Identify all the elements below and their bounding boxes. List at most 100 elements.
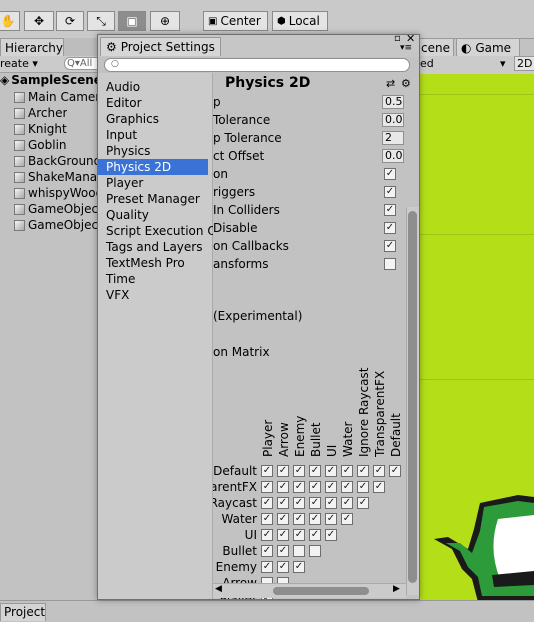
rect-tool-button[interactable]: ▣ (118, 11, 146, 31)
setting-checkbox[interactable]: ✓ (384, 186, 396, 198)
horizontal-scroll-thumb[interactable] (273, 587, 369, 595)
matrix-checkbox[interactable]: ✓ (293, 513, 305, 525)
matrix-checkbox[interactable]: ✓ (277, 513, 289, 525)
settings-gear-icon[interactable]: ⚙ (401, 77, 411, 90)
window-menu-icon[interactable]: ▾≡ (400, 43, 412, 53)
matrix-checkbox[interactable]: ✓ (325, 513, 337, 525)
matrix-checkbox[interactable]: ✓ (293, 465, 305, 477)
matrix-checkbox[interactable]: ✓ (309, 497, 321, 509)
matrix-checkbox[interactable]: ✓ (293, 529, 305, 541)
settings-category-item[interactable]: Tags and Layers (106, 239, 202, 255)
project-settings-tab[interactable]: ⚙ Project Settings (100, 37, 221, 56)
matrix-checkbox[interactable]: ✓ (357, 465, 369, 477)
matrix-checkbox[interactable]: ✓ (325, 481, 337, 493)
scroll-left-icon[interactable]: ◀ (215, 584, 222, 594)
setting-checkbox[interactable]: ✓ (384, 240, 396, 252)
2d-mode-button[interactable]: 2D (514, 56, 534, 71)
vertical-scroll-thumb[interactable] (408, 211, 417, 583)
settings-category-item[interactable]: Player (106, 175, 143, 191)
matrix-checkbox[interactable]: ✓ (293, 497, 305, 509)
setting-checkbox[interactable]: ✓ (384, 204, 396, 216)
hierarchy-item[interactable]: whispyWood (14, 185, 98, 201)
settings-category-item[interactable]: Audio (106, 79, 140, 95)
setting-value-field[interactable]: 2 (382, 131, 404, 145)
tab-hierarchy[interactable]: Hierarchy (0, 38, 64, 56)
hierarchy-item[interactable]: GameObject (14, 201, 98, 217)
settings-category-item[interactable]: TextMesh Pro (106, 255, 185, 271)
matrix-checkbox[interactable]: ✓ (261, 561, 273, 573)
matrix-checkbox[interactable]: ✓ (341, 513, 353, 525)
matrix-checkbox[interactable]: ✓ (357, 497, 369, 509)
matrix-checkbox[interactable]: ✓ (357, 481, 369, 493)
settings-category-item[interactable]: Input (106, 127, 137, 143)
matrix-checkbox[interactable]: ✓ (277, 529, 289, 541)
matrix-checkbox[interactable]: ✓ (261, 465, 273, 477)
scene-root-item[interactable]: ◈ SampleScene (0, 72, 100, 88)
settings-category-item[interactable]: Physics 2D (98, 159, 208, 175)
preset-icon[interactable]: ⇄ (386, 77, 395, 90)
matrix-checkbox[interactable]: ✓ (309, 481, 321, 493)
matrix-checkbox[interactable]: ✓ (373, 481, 385, 493)
settings-category-item[interactable]: Graphics (106, 111, 159, 127)
matrix-checkbox[interactable]: ✓ (325, 529, 337, 541)
matrix-checkbox[interactable]: ✓ (261, 529, 273, 541)
matrix-checkbox[interactable] (309, 545, 321, 557)
setting-value-field[interactable]: 0.0 (382, 113, 404, 127)
matrix-checkbox[interactable]: ✓ (277, 561, 289, 573)
scroll-right-icon[interactable]: ▶ (393, 584, 400, 594)
matrix-checkbox[interactable]: ✓ (261, 513, 273, 525)
hierarchy-item[interactable]: Goblin (14, 137, 67, 153)
setting-checkbox[interactable] (384, 258, 396, 270)
move-tool-button[interactable]: ✥ (24, 11, 54, 31)
matrix-checkbox[interactable]: ✓ (373, 465, 385, 477)
matrix-checkbox[interactable]: ✓ (261, 545, 273, 557)
matrix-checkbox[interactable]: ✓ (293, 481, 305, 493)
hand-tool-button[interactable]: ✋ (0, 11, 20, 31)
vertical-scrollbar[interactable] (406, 207, 419, 595)
settings-category-item[interactable]: Physics (106, 143, 150, 159)
settings-category-item[interactable]: Script Execution O (106, 223, 217, 239)
hierarchy-item[interactable]: ShakeManager (14, 169, 98, 185)
matrix-checkbox[interactable]: ✓ (309, 513, 321, 525)
setting-value-field[interactable]: 0.5 (382, 95, 404, 109)
rotate-tool-button[interactable]: ⟳ (56, 11, 84, 31)
matrix-checkbox[interactable] (293, 545, 305, 557)
matrix-checkbox[interactable]: ✓ (277, 497, 289, 509)
matrix-checkbox[interactable]: ✓ (341, 481, 353, 493)
matrix-checkbox[interactable]: ✓ (277, 465, 289, 477)
settings-category-item[interactable]: Quality (106, 207, 149, 223)
matrix-checkbox[interactable]: ✓ (389, 465, 401, 477)
matrix-checkbox[interactable]: ✓ (277, 481, 289, 493)
setting-checkbox[interactable]: ✓ (384, 222, 396, 234)
hierarchy-item[interactable]: BackGround (14, 153, 98, 169)
setting-value-field[interactable]: 0.0 (382, 149, 404, 163)
tab-project[interactable]: Project (0, 603, 46, 621)
setting-checkbox[interactable]: ✓ (384, 168, 396, 180)
settings-category-item[interactable]: Time (106, 271, 135, 287)
hierarchy-item[interactable]: Archer (14, 105, 67, 121)
matrix-checkbox[interactable]: ✓ (277, 545, 289, 557)
matrix-checkbox[interactable]: ✓ (341, 465, 353, 477)
settings-category-item[interactable]: VFX (106, 287, 129, 303)
hierarchy-item[interactable]: Main Camera (14, 89, 98, 105)
scale-tool-button[interactable]: ⤡ (87, 11, 115, 31)
matrix-checkbox[interactable]: ✓ (341, 497, 353, 509)
matrix-checkbox[interactable]: ✓ (325, 497, 337, 509)
settings-category-item[interactable]: Preset Manager (106, 191, 200, 207)
shading-mode-dropdown[interactable]: ed (420, 57, 434, 70)
matrix-checkbox[interactable]: ✓ (309, 465, 321, 477)
matrix-checkbox[interactable]: ✓ (309, 529, 321, 541)
matrix-checkbox[interactable]: ✓ (261, 497, 273, 509)
tab-game[interactable]: ◐ Game (456, 38, 520, 56)
matrix-checkbox[interactable]: ✓ (325, 465, 337, 477)
hierarchy-item[interactable]: Knight (14, 121, 67, 137)
scene-viewport[interactable] (420, 74, 534, 602)
space-mode-button[interactable]: ⬢ Local (272, 11, 328, 31)
matrix-checkbox[interactable]: ✓ (261, 481, 273, 493)
hierarchy-item[interactable]: GameObject (14, 217, 98, 233)
horizontal-scrollbar[interactable]: ◀ ▶ (213, 583, 406, 598)
pivot-mode-button[interactable]: ▣ Center (203, 11, 268, 31)
settings-category-item[interactable]: Editor (106, 95, 142, 111)
create-dropdown[interactable]: reate ▾ (0, 57, 38, 70)
settings-search-input[interactable]: ○ (104, 58, 410, 72)
